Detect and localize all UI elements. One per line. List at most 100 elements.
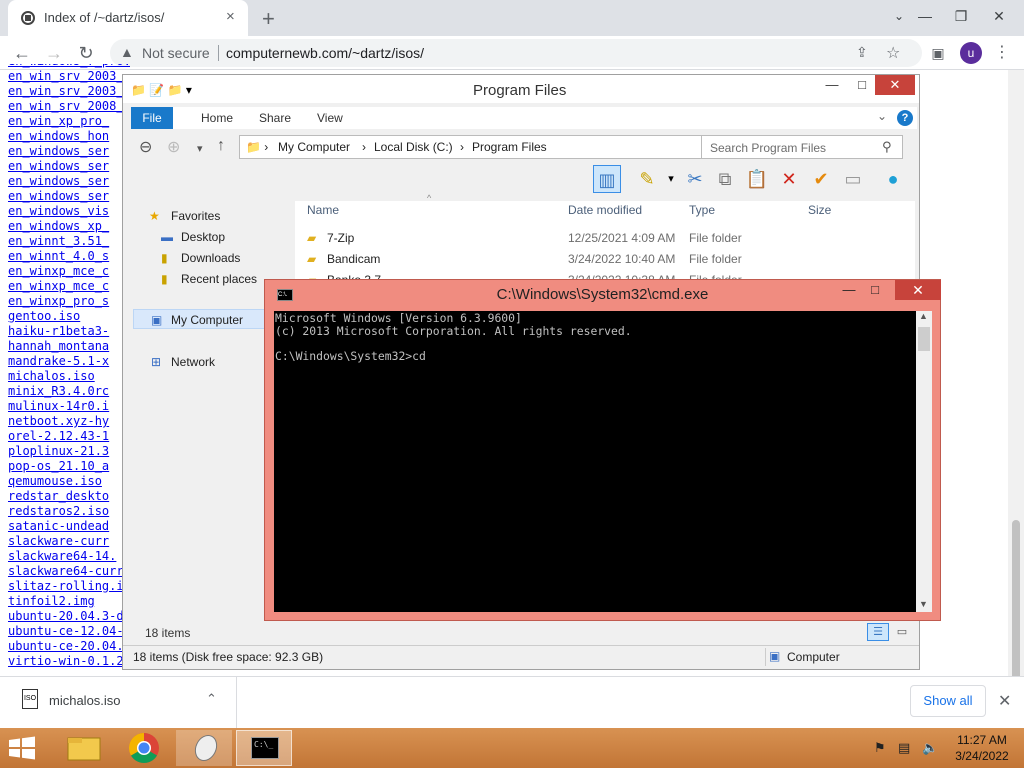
listing-link[interactable]: minix_R3.4.0rc — [0, 384, 130, 399]
listing-link[interactable]: slackware64-14. — [0, 549, 130, 564]
listing-link[interactable]: hannah_montana — [0, 339, 130, 354]
listing-link[interactable]: en_win_srv_2003_ — [0, 69, 130, 84]
select-icon[interactable]: ✔ — [807, 165, 835, 193]
nav-downloads[interactable]: Downloads — [181, 251, 240, 265]
listing-link[interactable]: en_winnt_3.51_ — [0, 234, 130, 249]
nav-desktop[interactable]: Desktop — [181, 230, 225, 244]
listing-link[interactable]: slackware64-curr — [0, 564, 130, 579]
scroll-up-icon[interactable]: ▲ — [919, 311, 928, 321]
address-bar[interactable]: ▲ Not secure computernewb.com/~dartz/iso… — [110, 39, 922, 67]
listing-link[interactable]: en_windows_ser — [0, 159, 130, 174]
taskbar-clock[interactable]: 11:27 AM 3/24/2022 — [950, 732, 1014, 764]
listing-link[interactable]: slackware-curr — [0, 534, 130, 549]
paste-icon[interactable]: 📋 — [743, 165, 771, 193]
scroll-down-icon[interactable]: ▼ — [919, 599, 928, 609]
listing-link[interactable]: en_win_srv_2003_ — [0, 84, 130, 99]
browser-tab[interactable]: Index of /~dartz/isos/ × — [8, 0, 248, 36]
listing-link[interactable]: en_windows_vis — [0, 204, 130, 219]
download-bar-close-icon[interactable]: ✕ — [998, 691, 1011, 711]
listing-link[interactable]: netboot.xyz-hy — [0, 414, 130, 429]
cmd-scroll-thumb[interactable] — [918, 327, 930, 351]
listing-link[interactable]: en_windows_xp_ — [0, 219, 130, 234]
not-secure-label[interactable]: Not secure — [142, 45, 210, 61]
taskbar-cmd[interactable]: C:\_ — [236, 730, 292, 766]
share-icon[interactable]: ⇪ — [856, 44, 868, 61]
nav-recent-places[interactable]: Recent places — [181, 272, 257, 286]
listing-link[interactable]: gentoo.iso — [0, 309, 130, 324]
listing-link[interactable]: mulinux-14r0.i — [0, 399, 130, 414]
listing-link[interactable]: qemumouse.iso — [0, 474, 130, 489]
quick-access-toolbar[interactable]: 📁 📝 📁 ▾ — [131, 83, 192, 97]
search-icon[interactable]: ⚲ — [882, 139, 892, 155]
listing-link[interactable]: ubuntu-ce-20.04. — [0, 639, 130, 654]
help-icon[interactable]: ? — [897, 110, 913, 126]
listing-link[interactable]: michalos.iso — [0, 369, 130, 384]
rename-icon[interactable]: ▭ — [839, 165, 867, 193]
listing-link[interactable]: en_windows_hon — [0, 129, 130, 144]
close-window-button[interactable]: ✕ — [984, 4, 1014, 28]
explorer-titlebar[interactable]: 📁 📝 📁 ▾ Program Files — □ ✕ — [123, 75, 919, 103]
listing-link[interactable]: haiku-r1beta3- — [0, 324, 130, 339]
tab-file[interactable]: File — [131, 107, 173, 129]
cut-icon[interactable]: ✂ — [681, 165, 709, 193]
listing-link[interactable]: orel-2.12.43-1 — [0, 429, 130, 444]
show-all-button[interactable]: Show all — [910, 685, 986, 717]
warning-icon[interactable]: ▲ — [120, 44, 134, 60]
listing-link[interactable]: en_winxp_pro_s — [0, 294, 130, 309]
taskbar-explorer[interactable] — [56, 730, 112, 766]
column-type[interactable]: Type — [689, 203, 715, 217]
listing-link[interactable]: pop-os_21.10_a — [0, 459, 130, 474]
action-center-icon[interactable]: ⚑ — [874, 740, 886, 756]
cmd-minimize-button[interactable]: — — [835, 280, 863, 300]
url-text[interactable]: computernewb.com/~dartz/isos/ — [226, 45, 424, 61]
taskbar-mouse-app[interactable] — [176, 730, 232, 766]
listing-link[interactable]: en_win_srv_2008_ — [0, 99, 130, 114]
listing-link[interactable]: redstar_deskto — [0, 489, 130, 504]
listing-link[interactable]: en_win_xp_pro_ — [0, 114, 130, 129]
explorer-back-icon[interactable]: ⊖ — [139, 137, 152, 157]
listing-link[interactable]: mandrake-5.1-x — [0, 354, 130, 369]
iso-file-icon[interactable]: ISO — [22, 689, 38, 709]
listing-link[interactable]: ubuntu-20.04.3-d — [0, 609, 130, 624]
page-scrollbar[interactable] — [1008, 70, 1024, 710]
details-view-icon[interactable]: ☰ — [867, 623, 889, 641]
column-date[interactable]: Date modified — [568, 203, 642, 217]
explorer-minimize-button[interactable]: — — [817, 75, 847, 95]
ribbon-expand-icon[interactable]: ⌄ — [877, 109, 887, 123]
nav-my-computer[interactable]: My Computer — [171, 313, 243, 327]
column-name[interactable]: Name — [307, 203, 339, 217]
preview-pane-icon[interactable]: ▥ — [593, 165, 621, 193]
nav-network[interactable]: Network — [171, 355, 215, 369]
delete-icon[interactable]: ✕ — [775, 165, 803, 193]
listing-link[interactable]: en_winxp_mce_c — [0, 264, 130, 279]
listing-link[interactable]: virtio-win-0.1.2 — [0, 654, 130, 669]
chrome-menu-icon[interactable]: ⋮ — [994, 42, 1010, 62]
explorer-forward-icon[interactable]: ⊕ — [167, 137, 180, 157]
download-filename[interactable]: michalos.iso — [49, 693, 121, 708]
explorer-maximize-button[interactable]: □ — [847, 75, 877, 95]
listing-link[interactable]: tinfoil2.img — [0, 594, 130, 609]
recent-locations-icon[interactable]: ▾ — [197, 142, 203, 155]
new-tab-button[interactable]: + — [262, 6, 275, 32]
listing-link[interactable]: en_winxp_mce_c — [0, 279, 130, 294]
listing-link[interactable]: en_windows_ser — [0, 174, 130, 189]
minimize-button[interactable]: — — [910, 4, 940, 28]
explorer-address-bar[interactable]: 📁 › My Computer › Local Disk (C:) › Prog… — [239, 135, 779, 159]
network-tray-icon[interactable]: ▤ — [898, 740, 910, 756]
listing-link[interactable]: ploplinux-21.3 — [0, 444, 130, 459]
listing-link[interactable]: redstaros2.iso — [0, 504, 130, 519]
nav-favorites[interactable]: Favorites — [171, 209, 220, 223]
breadcrumb-program-files[interactable]: Program Files — [472, 140, 547, 154]
volume-muted-icon[interactable]: 🔈 — [922, 740, 938, 756]
large-icons-view-icon[interactable]: ▭ — [891, 623, 913, 641]
listing-link[interactable]: satanic-undead — [0, 519, 130, 534]
listing-link[interactable]: ubuntu-ce-12.04- — [0, 624, 130, 639]
profile-avatar[interactable]: u — [960, 42, 982, 64]
file-row[interactable]: ▰ Bandicam 3/24/2022 10:40 AM File folder — [307, 249, 907, 270]
explorer-search-box[interactable]: Search Program Files ⚲ — [701, 135, 903, 159]
cmd-close-button[interactable]: ✕ — [895, 280, 941, 300]
tab-close-icon[interactable]: × — [226, 9, 235, 25]
listing-link[interactable]: slitaz-rolling.i — [0, 579, 130, 594]
breadcrumb-my-computer[interactable]: My Computer — [278, 140, 350, 154]
tab-view[interactable]: View — [317, 111, 343, 125]
